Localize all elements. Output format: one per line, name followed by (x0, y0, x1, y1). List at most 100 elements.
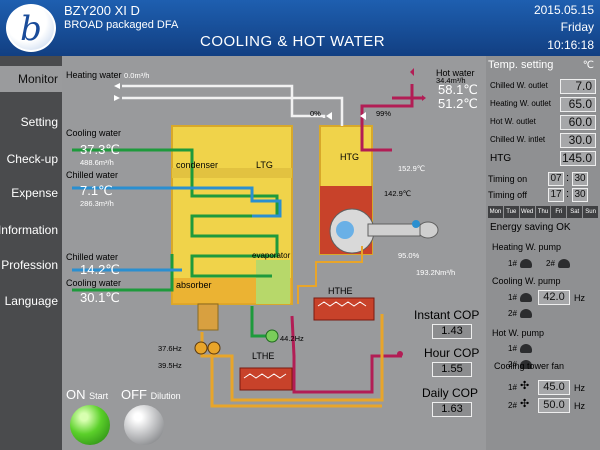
day-fri[interactable]: Fri (551, 206, 567, 218)
on-label: ON Start (66, 387, 109, 402)
day-thu[interactable]: Thu (535, 206, 551, 218)
cooling-water-top-flow: 488.6m³/h (80, 158, 114, 167)
logo-glyph: b (20, 9, 42, 49)
condenser-label: condenser (176, 160, 219, 170)
fan-1-icon[interactable]: ✣ (520, 379, 529, 392)
heating-pump-1-icon[interactable] (520, 259, 532, 268)
setting-chilled-outlet: Chilled W. outlet 7.0 (488, 78, 598, 96)
day-mon[interactable]: Mon (488, 206, 503, 218)
gas-flow: 193.2Nm³/h (416, 268, 456, 277)
temp-unit: ℃ (582, 60, 594, 71)
hthe-exchanger (313, 297, 375, 321)
setting-heating-outlet: Heating W. outlet 65.0 (488, 96, 598, 114)
chilled-inlet-value[interactable]: 30.0 (560, 133, 596, 148)
hthe-label: HTHE (328, 286, 353, 296)
broad-logo: b (6, 4, 56, 52)
pump2-hz: 39.5Hz (158, 361, 182, 370)
chilled-water-top-label: Chilled water (66, 170, 119, 180)
hot-pump-label: Hot W. pump (492, 328, 545, 338)
header-bar: b BZY200 XI D BROAD packaged DFA COOLING… (0, 0, 600, 56)
absorber-label: absorber (176, 280, 212, 290)
weekday-selector: Mon Tue Wed Thu Fri Sat Sun (488, 206, 599, 218)
chilled-water-top-flow: 286.3m³/h (80, 199, 114, 208)
pump-hz: 44.2Hz (280, 334, 304, 343)
daily-cop-value: 1.63 (432, 402, 472, 417)
start-stop-controls: ON Start OFF Dilution (66, 387, 196, 447)
temp-setting-header: Temp. setting (488, 59, 554, 71)
lthe-exchanger (239, 367, 293, 391)
day-wed[interactable]: Wed (519, 206, 535, 218)
off-label: OFF Dilution (121, 387, 181, 402)
nav-monitor[interactable]: Monitor (0, 66, 62, 92)
ltg-label: LTG (256, 160, 273, 170)
model-name: BZY200 XI D (64, 3, 140, 18)
fan-2-hz[interactable]: 50.0 (538, 398, 570, 413)
setting-htg: HTG 145.0 (488, 150, 598, 168)
hot-outlet-value[interactable]: 60.0 (560, 115, 596, 130)
cooling-pump-label: Cooling W. pump (492, 276, 561, 286)
evaporator-label: evaporator (252, 251, 291, 260)
nav-language[interactable]: Language (5, 294, 58, 308)
header-time: 10:16:18 (547, 38, 594, 52)
nav-profession[interactable]: Profession (1, 258, 58, 272)
cooling-tower-fan-label: Cooling tower fan (494, 361, 565, 371)
header-date: 2015.05.15 (533, 3, 594, 17)
cooling-pump-2-icon[interactable] (520, 309, 532, 318)
hot-pump-1-icon[interactable] (520, 344, 532, 353)
nav-setting[interactable]: Setting (21, 115, 58, 129)
valve-left-pct: 0% (310, 109, 321, 118)
hour-cop-label: Hour COP (424, 346, 480, 360)
htg-setting-value[interactable]: 145.0 (560, 151, 596, 166)
timing-on-hour[interactable]: 07 (548, 172, 564, 186)
day-sun[interactable]: Sun (583, 206, 599, 218)
timing-off-hour[interactable]: 17 (548, 188, 564, 202)
htg-vessel-label: HTG (340, 152, 359, 162)
hot-water-label: Hot water (436, 68, 475, 78)
heating-outlet-value[interactable]: 65.0 (560, 97, 596, 112)
valve-right-pct: 99% (376, 109, 392, 118)
dilution-off-button[interactable] (124, 405, 164, 445)
hour-cop-value: 1.55 (432, 362, 472, 377)
day-tue[interactable]: Tue (503, 206, 519, 218)
instant-cop-value: 1.43 (432, 324, 472, 339)
htg-temp: 152.9℃ (398, 164, 426, 173)
chilled-water-bottom-label: Chilled water (66, 252, 119, 262)
cooling-water-top-label: Cooling water (66, 128, 122, 138)
cooling-water-bottom-temp: 30.1℃ (80, 290, 120, 305)
timing-on-minute[interactable]: 30 (572, 172, 588, 186)
hot-water-in-temp: 51.2℃ (438, 96, 478, 111)
setting-chilled-inlet: Chilled W. intlet 30.0 (488, 132, 598, 150)
fan-1-hz[interactable]: 45.0 (538, 380, 570, 395)
nav-check-up[interactable]: Check-up (7, 152, 58, 166)
cooling-pump-1-icon[interactable] (520, 293, 532, 302)
timing-off-minute[interactable]: 30 (572, 188, 588, 202)
cooling-water-bottom-label: Cooling water (66, 278, 122, 288)
start-button[interactable] (70, 405, 110, 445)
nav-information[interactable]: Information (0, 223, 58, 237)
cooling-water-top-temp: 37.3℃ (80, 142, 120, 157)
main-nav: Monitor Setting Check-up Expense Informa… (0, 56, 62, 450)
setting-hot-outlet: Hot W. outlet 60.0 (488, 114, 598, 132)
burner-pct: 95.0% (398, 251, 420, 260)
instant-cop-label: Instant COP (414, 308, 480, 322)
pump1-hz: 37.6Hz (158, 344, 182, 353)
timing-off-label: Timing off (488, 190, 528, 200)
chilled-outlet-value[interactable]: 7.0 (560, 79, 596, 94)
chilled-water-bottom-temp: 14.2℃ (80, 262, 120, 277)
model-subtitle: BROAD packaged DFA (64, 19, 179, 31)
page-title: COOLING & HOT WATER (200, 33, 386, 50)
chilled-water-top-temp: 7.1℃ (80, 183, 113, 198)
settings-panel: Temp. setting ℃ Chilled W. outlet 7.0 He… (486, 56, 600, 450)
evaporator-shell (256, 260, 290, 304)
timing-on-label: Timing on (488, 174, 528, 184)
heating-pump-2-icon[interactable] (558, 259, 570, 268)
htg-lower-temp: 142.9℃ (384, 189, 412, 198)
nav-expense[interactable]: Expense (11, 186, 58, 200)
header-day: Friday (560, 20, 594, 34)
heating-water-label: Heating water 0.0m³/h (66, 70, 150, 80)
fan-2-icon[interactable]: ✣ (520, 397, 529, 410)
lthe-label: LTHE (252, 351, 275, 361)
day-sat[interactable]: Sat (567, 206, 583, 218)
heating-water-flow: 0.0m³/h (124, 71, 150, 80)
cooling-pump-hz[interactable]: 42.0 (538, 290, 570, 305)
